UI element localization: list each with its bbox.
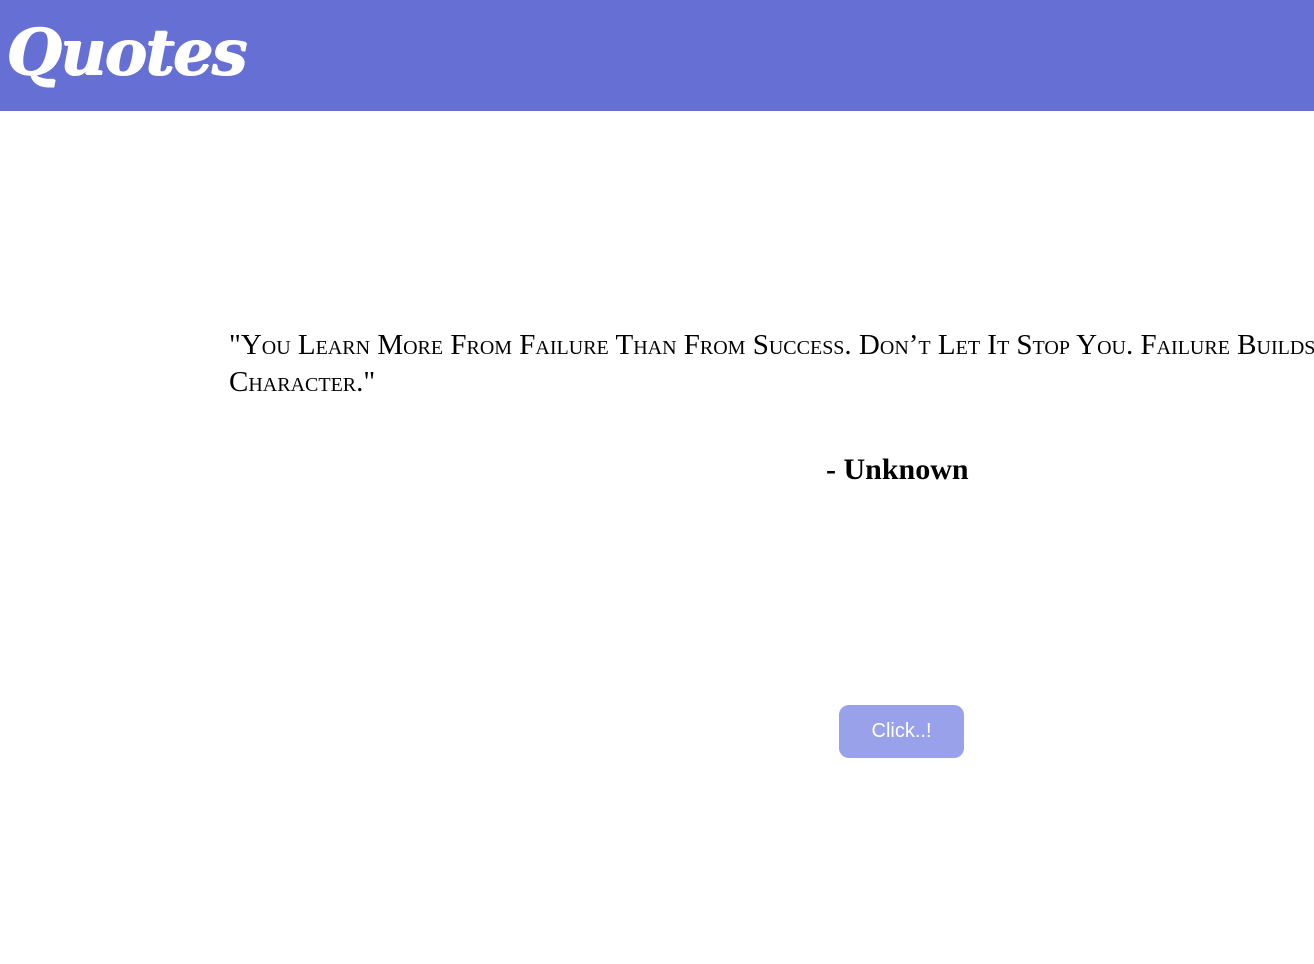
new-quote-button[interactable]: Click..! bbox=[839, 705, 964, 758]
quotes-logo: Quotes bbox=[6, 15, 247, 90]
quote-text: "You Learn More From Failure Than From S… bbox=[229, 329, 1314, 398]
quote-container: "You Learn More From Failure Than From S… bbox=[229, 327, 1314, 401]
quote-author: - Unknown bbox=[826, 453, 969, 486]
app-header: Quotes bbox=[0, 0, 1314, 111]
